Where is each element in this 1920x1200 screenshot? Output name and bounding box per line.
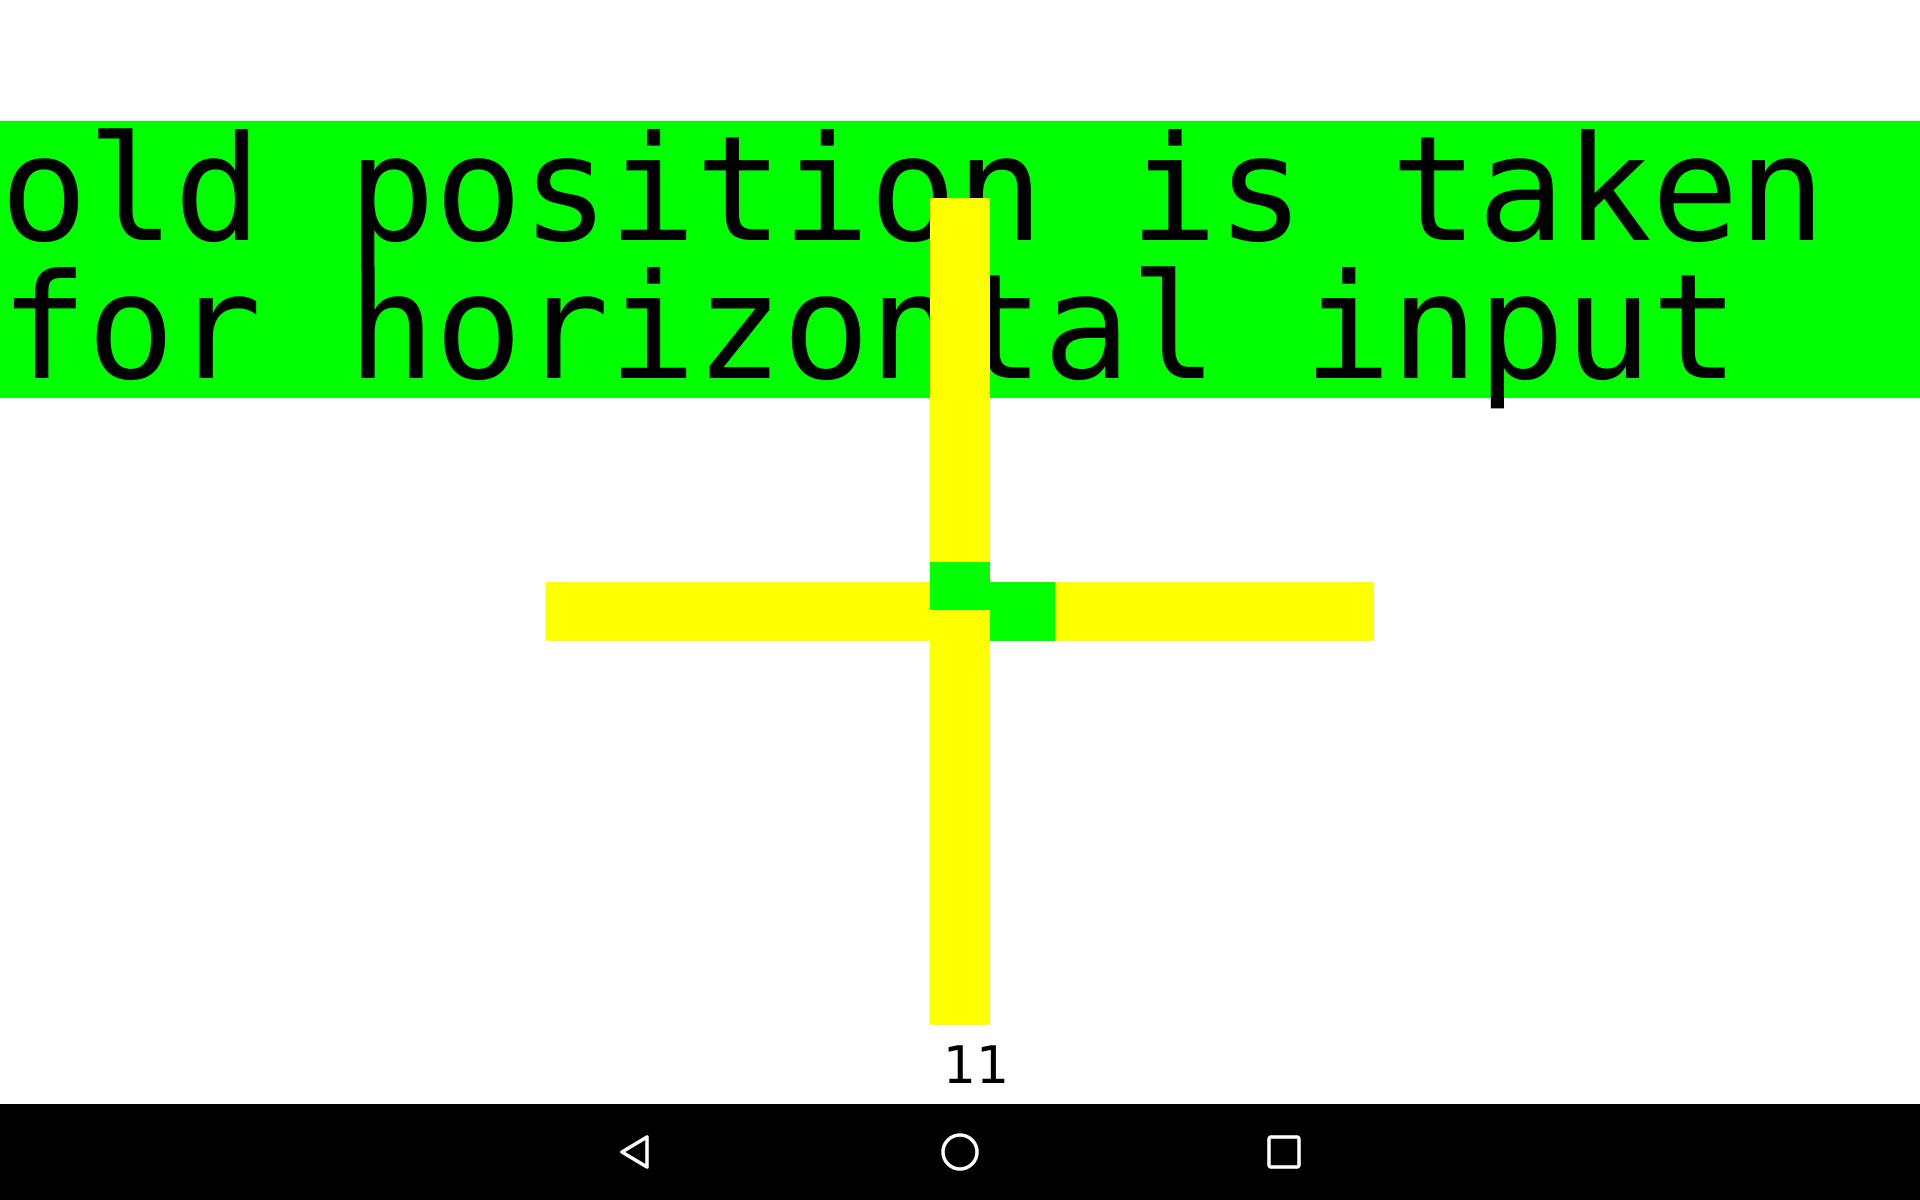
home-circle-icon [941, 1133, 979, 1171]
old-position-marker [930, 562, 990, 610]
system-navigation-bar [0, 1104, 1920, 1200]
recents-square-icon [1267, 1135, 1301, 1169]
test-screen[interactable]: old position is taken for horizontal inp… [0, 0, 1920, 1200]
back-button[interactable] [588, 1104, 684, 1200]
step-counter: 11 [942, 1036, 1010, 1096]
back-triangle-icon [620, 1135, 649, 1169]
home-button[interactable] [912, 1104, 1008, 1200]
recents-button[interactable] [1236, 1104, 1332, 1200]
horizontal-input-marker [990, 582, 1055, 641]
instruction-line-2: for horizontal input [0, 243, 1739, 413]
